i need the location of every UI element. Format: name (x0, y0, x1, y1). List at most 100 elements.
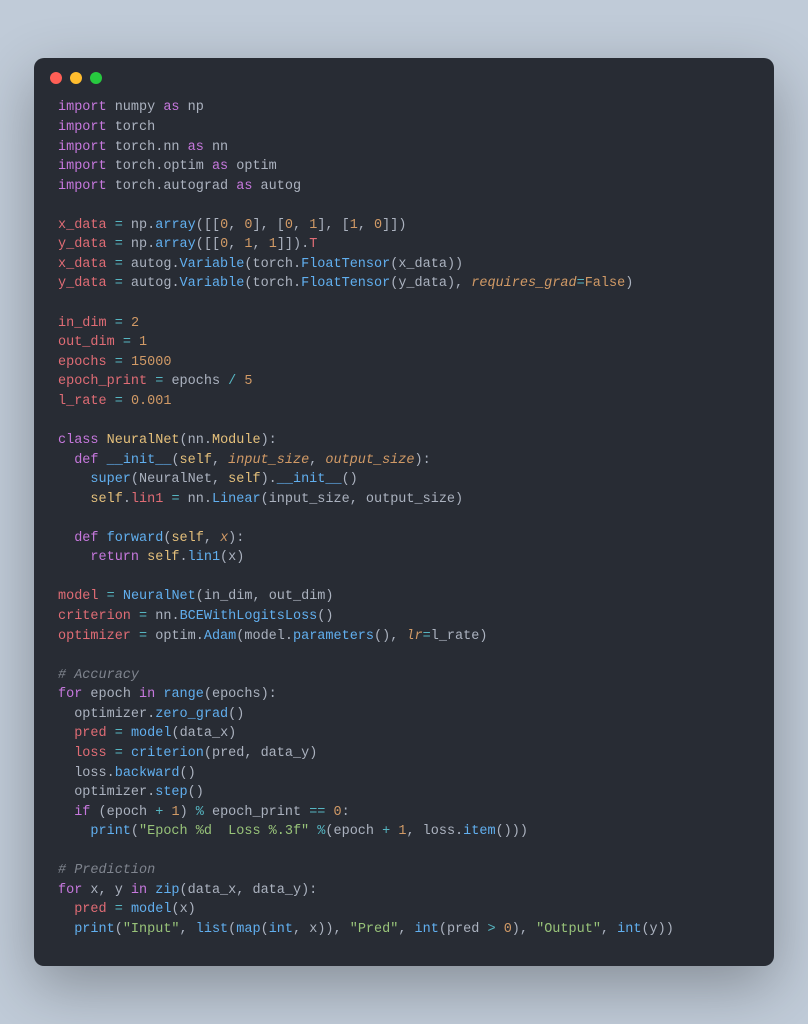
code-token: self (90, 492, 122, 507)
code-token: data_x (188, 883, 237, 898)
code-line: import torch.optim as optim (58, 157, 750, 177)
code-token: model (58, 589, 99, 604)
code-token: epoch (107, 805, 156, 820)
code-token (58, 824, 90, 839)
code-token: = (115, 316, 123, 331)
code-line: x_data = np.array([[0, 0], [0, 1], [1, 0… (58, 216, 750, 236)
maximize-icon[interactable] (90, 72, 102, 84)
code-line (58, 411, 750, 431)
code-token: import (58, 159, 107, 174)
code-token: . (180, 550, 188, 565)
code-token (107, 355, 115, 370)
code-token: loss (423, 824, 455, 839)
code-token: forward (107, 531, 164, 546)
code-area[interactable]: import numpy as npimport torchimport tor… (34, 92, 774, 965)
code-token: np (123, 237, 147, 252)
code-token: . (196, 629, 204, 644)
code-token: x_data (398, 257, 447, 272)
code-token: x (180, 902, 188, 917)
code-token: , (601, 922, 617, 937)
code-token (107, 218, 115, 233)
code-token: for (58, 687, 82, 702)
code-token: = (115, 237, 123, 252)
close-icon[interactable] (50, 72, 62, 84)
code-token: )) (658, 922, 674, 937)
code-token: self (171, 531, 203, 546)
code-token: lin1 (131, 492, 163, 507)
code-token: out_dim (58, 335, 115, 350)
code-token: in_dim (58, 316, 107, 331)
code-token: as (212, 159, 228, 174)
code-token: output_size (325, 453, 414, 468)
code-token: torch (107, 179, 156, 194)
code-token: , (309, 453, 325, 468)
code-token: np (123, 218, 147, 233)
code-token: T (309, 237, 317, 252)
code-token: range (163, 687, 204, 702)
code-token: , (99, 883, 115, 898)
code-token: if (74, 805, 90, 820)
code-token (58, 453, 74, 468)
code-token: ( (99, 805, 107, 820)
code-token: nn (188, 433, 204, 448)
code-token (58, 922, 74, 937)
code-token: autog (123, 276, 172, 291)
code-token: ) (236, 550, 244, 565)
code-token (58, 726, 74, 741)
code-line: y_data = autog.Variable(torch.FloatTenso… (58, 274, 750, 294)
code-token: () (188, 785, 204, 800)
code-token: step (155, 785, 187, 800)
code-line: in_dim = 2 (58, 314, 750, 334)
code-token: = (115, 746, 123, 761)
code-line: pred = model(x) (58, 900, 750, 920)
code-token: as (163, 100, 179, 115)
code-token: ) (625, 276, 633, 291)
code-token: ( (196, 589, 204, 604)
code-token: , (204, 531, 220, 546)
code-token: () (342, 472, 358, 487)
code-token: 2 (131, 316, 139, 331)
code-token: epoch_print (204, 805, 309, 820)
code-token (115, 335, 123, 350)
code-token: torch (252, 257, 293, 272)
code-token: ) (325, 589, 333, 604)
code-token: 0 (220, 237, 228, 252)
code-token: , (406, 824, 422, 839)
code-line: print("Input", list(map(int, x)), "Pred"… (58, 920, 750, 940)
code-token (107, 237, 115, 252)
code-token (107, 257, 115, 272)
code-token: y_data (58, 237, 107, 252)
code-window: import numpy as npimport torchimport tor… (34, 58, 774, 965)
code-token: data_x (180, 726, 229, 741)
code-line: import torch (58, 118, 750, 138)
code-token (123, 316, 131, 331)
code-token: Module (212, 433, 261, 448)
code-token: ]]). (277, 237, 309, 252)
code-token: ( (220, 550, 228, 565)
code-token (58, 550, 90, 565)
code-token: pred (74, 726, 106, 741)
code-token: = (115, 394, 123, 409)
code-line: optimizer = optim.Adam(model.parameters(… (58, 627, 750, 647)
code-token: optimizer (58, 707, 147, 722)
code-token: criterion (58, 609, 131, 624)
code-token: . (293, 257, 301, 272)
minimize-icon[interactable] (70, 72, 82, 84)
code-token: , (212, 453, 228, 468)
code-line: import numpy as np (58, 98, 750, 118)
code-token: epochs (163, 374, 228, 389)
code-token: l_rate (58, 394, 107, 409)
code-token: parameters (293, 629, 374, 644)
code-token: ( (180, 433, 188, 448)
code-token: autog (252, 179, 301, 194)
code-token: ( (115, 922, 123, 937)
code-token: data_y (252, 883, 301, 898)
code-token (107, 394, 115, 409)
code-token: ) (455, 492, 463, 507)
code-token: int (617, 922, 641, 937)
code-token: __init__ (277, 472, 342, 487)
code-token: numpy (107, 100, 164, 115)
code-token: ], [ (317, 218, 349, 233)
code-token (123, 726, 131, 741)
code-token: y (650, 922, 658, 937)
